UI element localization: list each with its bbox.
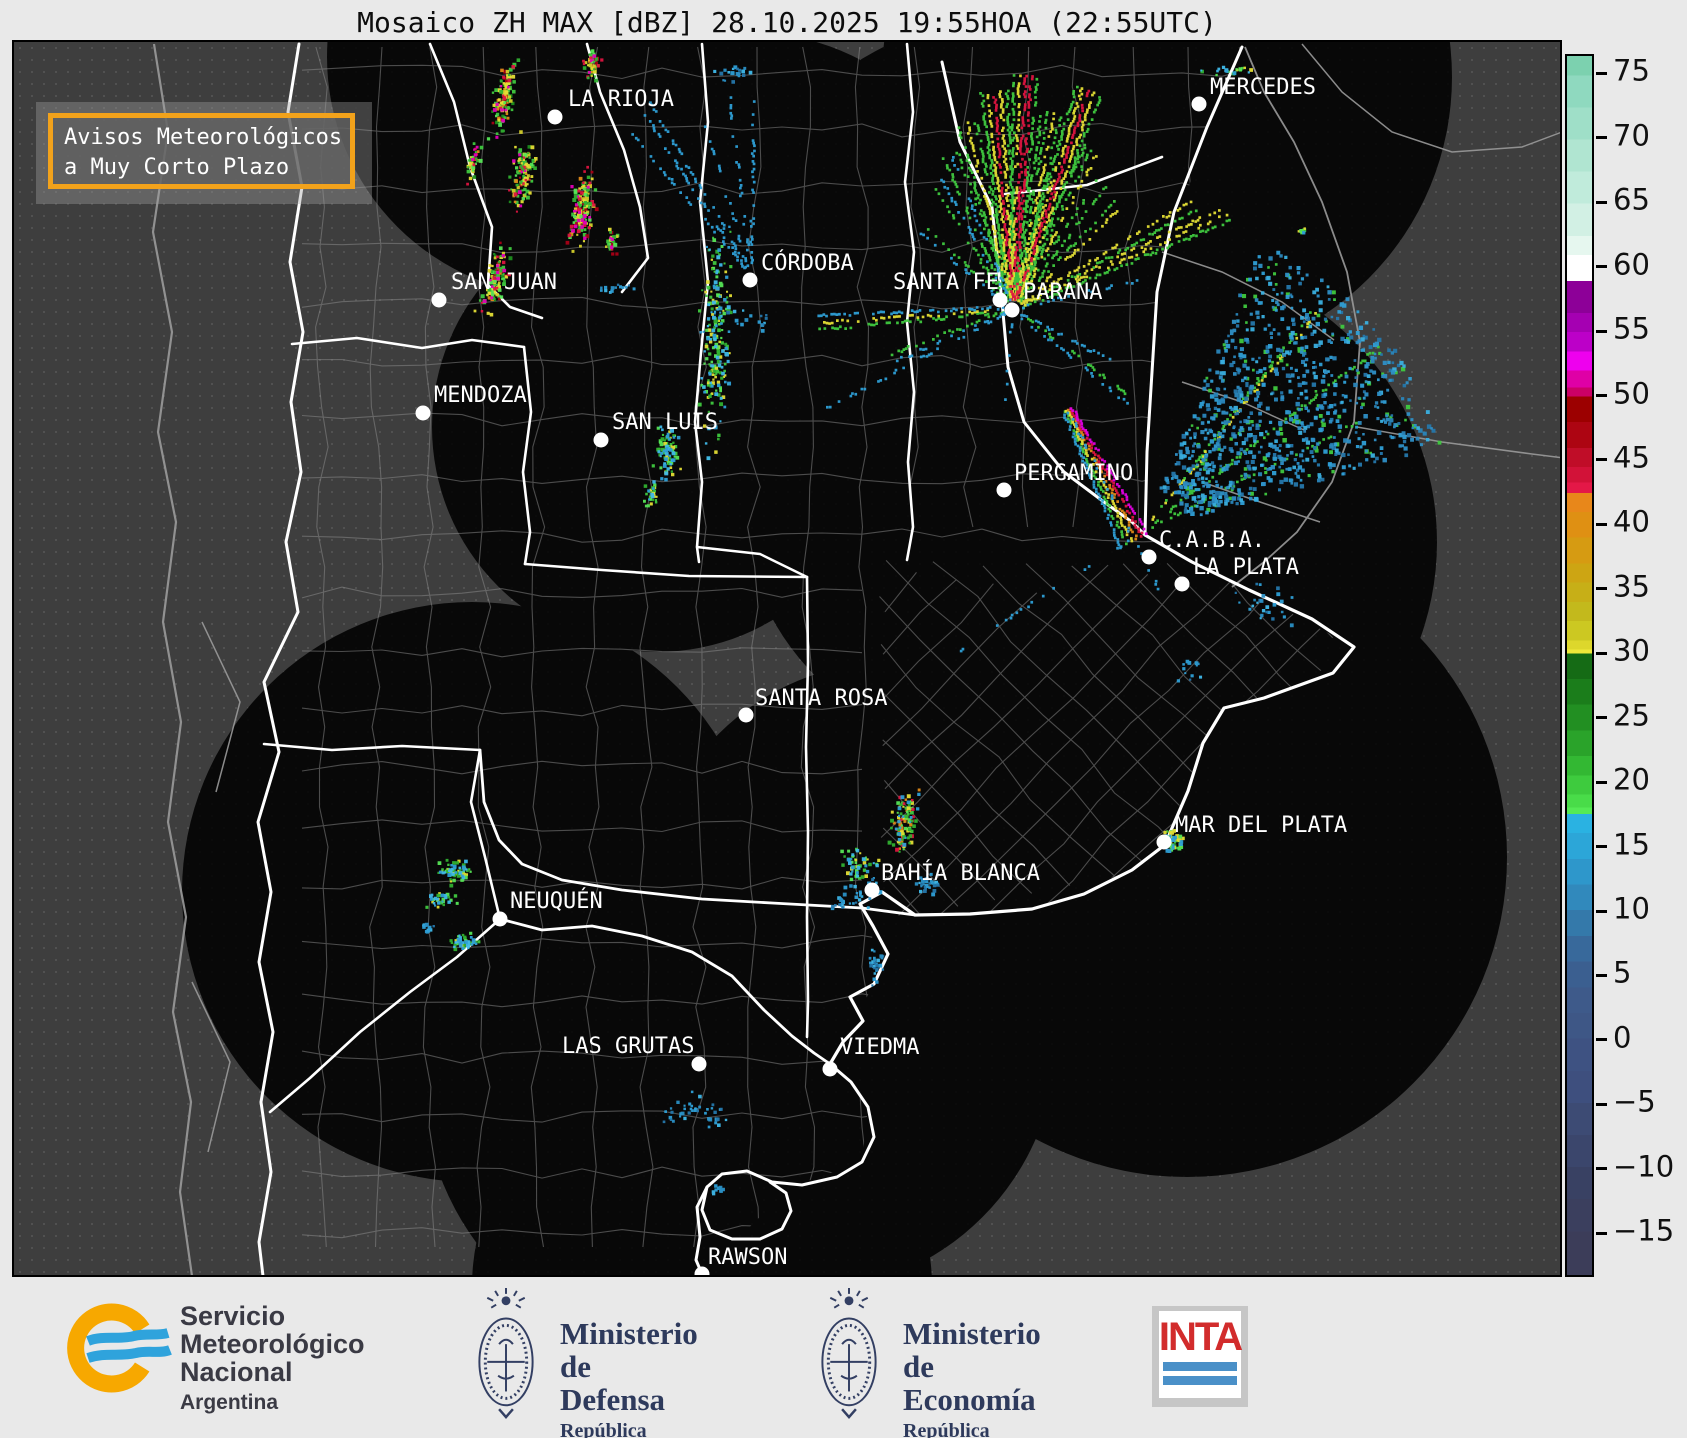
colorbar-tick	[1596, 522, 1607, 526]
city-dot	[864, 882, 880, 898]
smn-logo: Servicio Meteorológico Nacional Argentin…	[58, 1296, 365, 1414]
colorbar-tick	[1596, 329, 1607, 333]
smn-name-line1: Servicio	[180, 1301, 286, 1331]
economia-line2: de Economía	[903, 1349, 1036, 1417]
colorbar-tick-label: 0	[1613, 1020, 1632, 1055]
colorbar-tick-label: −10	[1613, 1149, 1675, 1184]
colorbar-tick-label: 15	[1613, 826, 1650, 861]
colorbar-tick-label: 65	[1613, 182, 1650, 217]
colorbar-tick-label: −15	[1613, 1213, 1675, 1248]
defensa-line1: Ministerio	[560, 1316, 698, 1351]
defensa-line2: de Defensa	[560, 1349, 666, 1417]
colorbar-tick-label: 70	[1613, 118, 1650, 153]
colorbar-tick	[1596, 265, 1607, 269]
inta-wordmark: INTA	[1158, 1315, 1243, 1359]
smn-country: Argentina	[180, 1391, 279, 1414]
colorbar-tick	[1596, 71, 1607, 75]
colorbar-tick	[1596, 1167, 1607, 1171]
colorbar-tick	[1596, 973, 1607, 977]
smn-name-line3: Nacional	[180, 1357, 293, 1387]
alert-box[interactable]: Avisos Meteorológicos a Muy Corto Plazo	[48, 113, 355, 189]
colorbar-tick	[1596, 458, 1607, 462]
colorbar-tick-label: 20	[1613, 762, 1650, 797]
inta-bar-1	[1163, 1362, 1237, 1371]
colorbar-tick	[1596, 200, 1607, 204]
city-dot	[742, 272, 758, 288]
city-dot	[1004, 302, 1020, 318]
alert-line-2: a Muy Corto Plazo	[64, 155, 290, 180]
colorbar-tick	[1596, 587, 1607, 591]
alert-box-backing: Avisos Meteorológicos a Muy Corto Plazo	[36, 102, 372, 204]
city-label: CÓRDOBA	[761, 250, 854, 276]
city-label: C.A.B.A.	[1159, 528, 1265, 553]
radar-map: MERCEDES LA RIOJA SAN JUAN CÓRDOBA SANTA FE P…	[12, 40, 1562, 1277]
smn-logo-icon	[67, 1303, 172, 1393]
city-label: LA RIOJA	[568, 87, 674, 112]
colorbar-tick-label: 10	[1613, 891, 1650, 926]
colorbar-tick	[1596, 1231, 1607, 1235]
city-label: NEUQUÉN	[510, 888, 603, 914]
colorbar-tick-label: 5	[1613, 955, 1632, 990]
colorbar-tick	[1596, 716, 1607, 720]
city-label: SAN LUIS	[612, 410, 718, 435]
colorbar-tick-label: 40	[1613, 504, 1650, 539]
economia-sub: República Argentina	[903, 1420, 990, 1438]
dbz-colorbar	[1565, 54, 1594, 1277]
city-dot	[547, 109, 563, 125]
inta-logo: INTA	[1152, 1306, 1248, 1407]
alert-line-1: Avisos Meteorológicos	[64, 125, 343, 150]
colorbar-tick-label: −5	[1613, 1084, 1656, 1119]
city-label: LA PLATA	[1193, 555, 1299, 580]
argentina-coat-of-arms-icon	[820, 1286, 878, 1419]
city-dot	[431, 292, 447, 308]
city-label: SANTA ROSA	[755, 686, 887, 711]
city-dot	[1174, 576, 1190, 592]
colorbar-tick	[1596, 1038, 1607, 1042]
colorbar-tick-label: 60	[1613, 246, 1650, 281]
colorbar-tick	[1596, 394, 1607, 397]
city-dot	[593, 432, 609, 448]
city-label: LAS GRUTAS	[562, 1034, 694, 1059]
colorbar-tick	[1596, 1102, 1607, 1106]
city-label: MAR DEL PLATA	[1175, 813, 1347, 838]
colorbar-tick	[1596, 909, 1607, 913]
colorbar-tick	[1596, 651, 1607, 655]
colorbar-tick-label: 25	[1613, 697, 1650, 732]
city-dot	[492, 911, 508, 927]
city-label: SANTA FE	[893, 270, 999, 295]
city-dot	[1156, 834, 1172, 850]
inta-bar-2	[1163, 1376, 1237, 1385]
colorbar-tick	[1596, 780, 1607, 784]
city-label: PERGAMINO	[1014, 461, 1133, 486]
colorbar-tick-label: 55	[1613, 311, 1650, 346]
colorbar-tick-label: 50	[1613, 375, 1650, 410]
economia-line1: Ministerio	[903, 1316, 1041, 1351]
radar-map-canvas: MERCEDES LA RIOJA SAN JUAN CÓRDOBA SANTA FE P…	[151, 42, 1560, 1275]
city-label: RAWSON	[708, 1245, 787, 1270]
colorbar-tick-label: 30	[1613, 633, 1650, 668]
defensa-sub: República Argentina	[560, 1420, 647, 1438]
colorbar-tick-label: 45	[1613, 440, 1650, 475]
colorbar-tick-label: 75	[1613, 53, 1650, 88]
argentina-coat-of-arms-icon	[477, 1286, 535, 1419]
city-dot	[1141, 549, 1157, 565]
city-label: MERCEDES	[1210, 75, 1316, 100]
city-dot	[1191, 96, 1207, 112]
city-label: MENDOZA	[434, 383, 527, 408]
smn-name-line2: Meteorológico	[180, 1329, 365, 1359]
colorbar-tick	[1596, 845, 1607, 849]
city-label: SAN JUAN	[451, 270, 557, 295]
city-dot	[738, 707, 754, 723]
page-title: Mosaico ZH MAX [dBZ] 28.10.2025 19:55HOA…	[357, 6, 1217, 39]
city-dot	[822, 1061, 838, 1077]
city-label: PARANA	[1023, 280, 1102, 305]
footer: Servicio Meteorológico Nacional Argentin…	[0, 1277, 1687, 1438]
city-label: VIEDMA	[840, 1035, 919, 1060]
colorbar-tick-label: 35	[1613, 569, 1650, 604]
colorbar-tick	[1596, 136, 1607, 140]
city-label: BAHÍA BLANCA	[881, 860, 1040, 886]
city-dot	[996, 482, 1012, 498]
city-dot	[415, 405, 431, 421]
